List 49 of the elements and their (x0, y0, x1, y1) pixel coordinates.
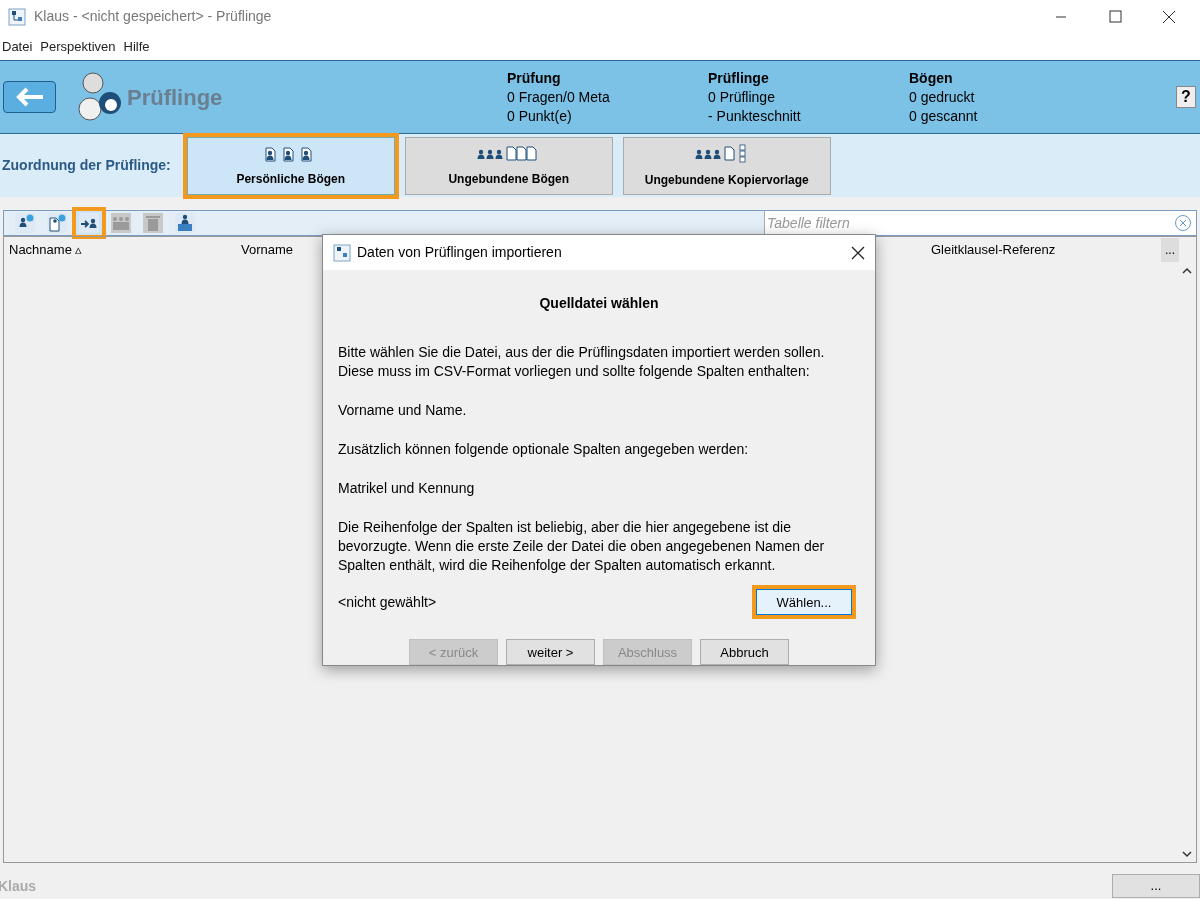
stat-heading: Prüflinge (708, 68, 770, 88)
assignment-tab[interactable]: Ungebundene Kopiervorlage (622, 136, 831, 195)
status-button[interactable]: ... (1112, 874, 1200, 898)
wizard-button[interactable]: weiter > (506, 639, 595, 665)
window-title: Klaus - <nicht gespeichert> - Prüflinge (34, 7, 272, 26)
menu-item[interactable]: Perspektiven (38, 36, 122, 57)
toolbar-button[interactable] (172, 211, 198, 235)
dialog-paragraph: Matrikel und Kennung (338, 479, 476, 498)
add-sheet-icon (47, 213, 67, 233)
add-person-icon (15, 213, 35, 233)
person-desk-icon (175, 213, 195, 233)
wizard-button[interactable]: Abbruch (700, 639, 789, 665)
menu-item[interactable]: Hilfe (121, 36, 156, 57)
stat-heading: Bögen (909, 68, 954, 88)
group-icon (111, 213, 131, 233)
scroll-up-icon[interactable] (1182, 267, 1192, 275)
scroll-down-icon[interactable] (1182, 850, 1192, 858)
clear-icon[interactable] (1174, 214, 1192, 232)
toolbar-button[interactable] (12, 211, 38, 235)
page-title: Prüflinge (127, 83, 224, 112)
dialog-heading: Quelldatei wählen (538, 294, 660, 313)
dialog-paragraph: Vorname und Name. (338, 401, 468, 420)
menu-item[interactable]: Datei (0, 36, 39, 57)
trash-icon (143, 213, 163, 233)
dialog-paragraph: Die Reihenfolge der Spalten ist beliebig, aber die hier angegebene ist die bevorzugte. Wenn die erste Zeile der Datei die oben angegebenen Namen der Spalten enthält, wird die Reihenfolge der Spalten automatisch erkannt. (338, 518, 826, 575)
dialog-paragraph: Zusätzlich können folgende optionale Spalten angegeben werden: (338, 440, 750, 459)
app-icon (8, 7, 26, 26)
stat-heading: Prüfung (507, 68, 562, 88)
close-icon[interactable] (851, 245, 865, 260)
import-person-icon (79, 213, 99, 233)
app-icon (333, 243, 351, 262)
stat-value: 0 gedruckt (909, 87, 976, 107)
more-button[interactable]: ... (1161, 238, 1179, 262)
column-header[interactable]: Nachname ▵ (4, 240, 241, 260)
stat-value: 0 Punkt(e) (507, 106, 573, 126)
toolbar-button[interactable] (44, 211, 70, 235)
column-header[interactable]: Gleitklausel-Referenz (931, 240, 1161, 260)
stat-value: 0 Prüflinge (708, 87, 776, 107)
help-button[interactable]: ? (1176, 86, 1196, 108)
selected-file-text: <nicht gewählt> (338, 592, 438, 612)
assignment-label: Zuordnung der Prüflinge: (2, 156, 171, 175)
dialog-title: Daten von Prüflingen importieren (357, 243, 563, 262)
dialog-paragraph: Bitte wählen Sie die Datei, aus der die Prüflingsdaten importiert werden sollen. Diese muss im CSV-Format vorliegen und sollte folgende Spalten enthalten: (338, 343, 826, 381)
stat-value: 0 Fragen/0 Meta (507, 87, 611, 107)
stat-value: - Punkteschnitt (708, 106, 802, 126)
stat-value: 0 gescannt (909, 106, 979, 126)
back-button[interactable] (3, 81, 56, 113)
filter-field[interactable]: Tabelle filtern (764, 211, 1196, 235)
assignment-tab[interactable]: Ungebundene Bögen (404, 136, 613, 195)
